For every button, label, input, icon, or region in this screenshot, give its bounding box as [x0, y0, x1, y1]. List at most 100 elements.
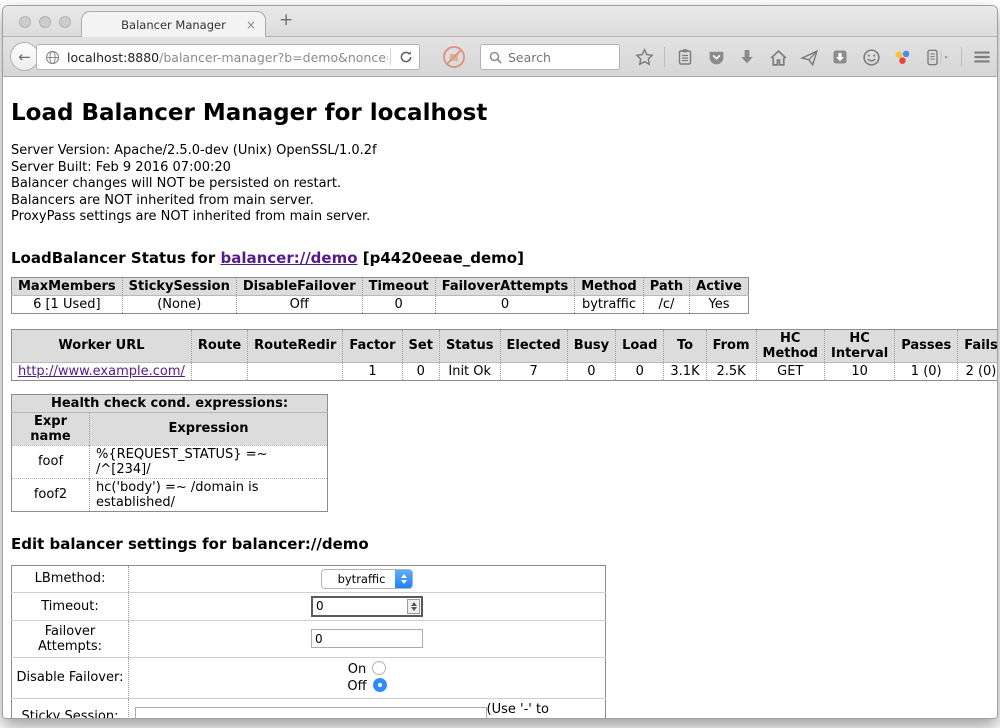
sticky-session-input[interactable] — [135, 707, 487, 718]
col-hc-interval: HC Interval — [824, 329, 894, 362]
health-row-foof: foof %{REQUEST_STATUS} =~ /^[234]/ — [12, 445, 328, 478]
url-bar[interactable]: localhost:8880 /balancer-manager?b=demo&… — [36, 44, 420, 70]
failover-attempts-input[interactable] — [311, 629, 423, 648]
balancer-header-row: MaxMembers StickySession DisableFailover… — [12, 277, 749, 295]
disable-failover-label: Disable Failover: — [12, 657, 129, 698]
lbmethod-label: LBmethod: — [12, 565, 129, 592]
persist-note: Balancer changes will NOT be persisted o… — [11, 176, 989, 193]
tab-title: Balancer Manager — [121, 18, 226, 32]
window-close-button[interactable] — [19, 16, 31, 28]
status-heading-prefix: LoadBalancer Status for — [11, 249, 220, 267]
failover-attempts-label: Failover Attempts: — [12, 620, 129, 657]
server-version: Server Version: Apache/2.5.0-dev (Unix) … — [11, 143, 989, 160]
lbmethod-row: LBmethod: bytraffic — [12, 565, 606, 592]
worker-header-row: Worker URL Route RouteRedir Factor Set S… — [12, 329, 998, 362]
loadbalancer-status-heading: LoadBalancer Status for balancer://demo … — [11, 249, 989, 267]
proxypass-note: ProxyPass settings are NOT inherited fro… — [11, 209, 989, 226]
worker-url-link[interactable]: http://www.example.com/ — [18, 364, 185, 379]
health-header-row: Expr name Expression — [12, 412, 328, 445]
col-hc-method: HC Method — [756, 329, 824, 362]
sticky-session-note: (Use '-' to delete) — [487, 702, 602, 719]
disable-failover-row: Disable Failover: On Off — [12, 657, 606, 698]
col-load: Load — [616, 329, 664, 362]
cell-to: 3.1K — [664, 362, 706, 380]
cell-busy: 0 — [567, 362, 615, 380]
cell-from: 2.5K — [706, 362, 756, 380]
sidebar-notes-icon[interactable] — [922, 46, 952, 68]
window-zoom-button[interactable] — [59, 16, 71, 28]
col-stickysession: StickySession — [122, 277, 236, 295]
worker-data-row: http://www.example.com/ 1 0 Init Ok 7 0 … — [12, 362, 998, 380]
col-elected: Elected — [500, 329, 567, 362]
send-tab-icon[interactable] — [798, 46, 820, 68]
edit-balancer-form: LBmethod: bytraffic Timeout: — [11, 565, 606, 719]
radio-on-label: On — [348, 661, 366, 678]
disable-failover-on-radio[interactable] — [372, 661, 386, 675]
menu-icon[interactable] — [971, 46, 993, 68]
reading-list-icon[interactable] — [674, 46, 696, 68]
new-tab-button[interactable]: + — [279, 10, 293, 30]
window-minimize-button[interactable] — [39, 16, 51, 28]
health-title-row: Health check cond. expressions: — [12, 394, 328, 412]
server-info: Server Version: Apache/2.5.0-dev (Unix) … — [11, 143, 989, 226]
reload-icon[interactable] — [393, 50, 419, 64]
cell-passes: 1 (0) — [895, 362, 958, 380]
toolbar-icons — [633, 37, 998, 77]
col-set: Set — [402, 329, 439, 362]
urlbar-divider — [390, 48, 391, 66]
col-status: Status — [439, 329, 500, 362]
cell-maxmembers: 6 [1 Used] — [12, 295, 123, 313]
cell-load: 0 — [616, 362, 664, 380]
col-from: From — [706, 329, 756, 362]
col-method: Method — [575, 277, 643, 295]
search-input[interactable] — [508, 50, 603, 65]
cell-active: Yes — [690, 295, 749, 313]
tab-balancer-manager[interactable]: Balancer Manager × — [81, 11, 266, 38]
tab-close-icon[interactable]: × — [246, 18, 256, 32]
home-icon[interactable] — [767, 46, 789, 68]
inherit-note: Balancers are NOT inherited from main se… — [11, 193, 989, 210]
select-stepper-icon — [395, 569, 412, 589]
number-spinner-icon[interactable] — [407, 599, 420, 614]
cell-factor: 1 — [343, 362, 402, 380]
blocked-plugin-icon[interactable] — [443, 46, 465, 68]
cell-path: /c/ — [643, 295, 689, 313]
health-check-table: Health check cond. expressions: Expr nam… — [11, 394, 328, 512]
timeout-row: Timeout: — [12, 592, 606, 620]
search-bar[interactable] — [480, 44, 620, 70]
navigation-toolbar: ← localhost:8880 /balancer-manager?b=dem… — [3, 37, 997, 77]
page-content: Load Balancer Manager for localhost Serv… — [3, 78, 997, 718]
globe-icon — [45, 50, 60, 65]
desktop: Balancer Manager × + ← localhost:8880 /b… — [0, 0, 1000, 728]
tab-strip: Balancer Manager × + — [3, 6, 997, 37]
balancer-data-row: 6 [1 Used] (None) Off 0 0 bytraffic /c/ … — [12, 295, 749, 313]
feedback-smiley-icon[interactable] — [860, 46, 882, 68]
cell-method: bytraffic — [575, 295, 643, 313]
balancer-demo-link[interactable]: balancer://demo — [220, 249, 357, 267]
url-host: localhost:8880 — [67, 50, 159, 65]
server-built: Server Built: Feb 9 2016 07:00:20 — [11, 160, 989, 177]
sticky-session-row: Sticky Session: (Use '-' to delete) — [12, 698, 606, 718]
save-to-device-icon[interactable] — [829, 46, 851, 68]
cell-route — [191, 362, 247, 380]
cell-expr-name: foof — [12, 445, 90, 478]
back-button[interactable]: ← — [10, 42, 39, 71]
lbmethod-select[interactable]: bytraffic — [321, 569, 414, 589]
health-table-title: Health check cond. expressions: — [12, 394, 328, 412]
sticky-session-label: Sticky Session: — [12, 698, 129, 718]
col-failoverattempts: FailoverAttempts — [435, 277, 575, 295]
downloads-icon[interactable] — [736, 46, 758, 68]
containers-icon[interactable] — [891, 46, 913, 68]
col-route: Route — [191, 329, 247, 362]
status-heading-suffix: [p4420eeae_demo] — [358, 249, 524, 267]
col-maxmembers: MaxMembers — [12, 277, 123, 295]
browser-window: Balancer Manager × + ← localhost:8880 /b… — [2, 5, 998, 719]
worker-status-table: Worker URL Route RouteRedir Factor Set S… — [11, 329, 997, 381]
cell-expression: %{REQUEST_STATUS} =~ /^[234]/ — [90, 445, 328, 478]
pocket-icon[interactable] — [705, 46, 727, 68]
disable-failover-off-radio[interactable] — [373, 678, 387, 692]
bookmark-star-icon[interactable] — [633, 46, 655, 68]
cell-expression: hc('body') =~ /domain is established/ — [90, 478, 328, 511]
col-timeout: Timeout — [362, 277, 435, 295]
col-path: Path — [643, 277, 689, 295]
